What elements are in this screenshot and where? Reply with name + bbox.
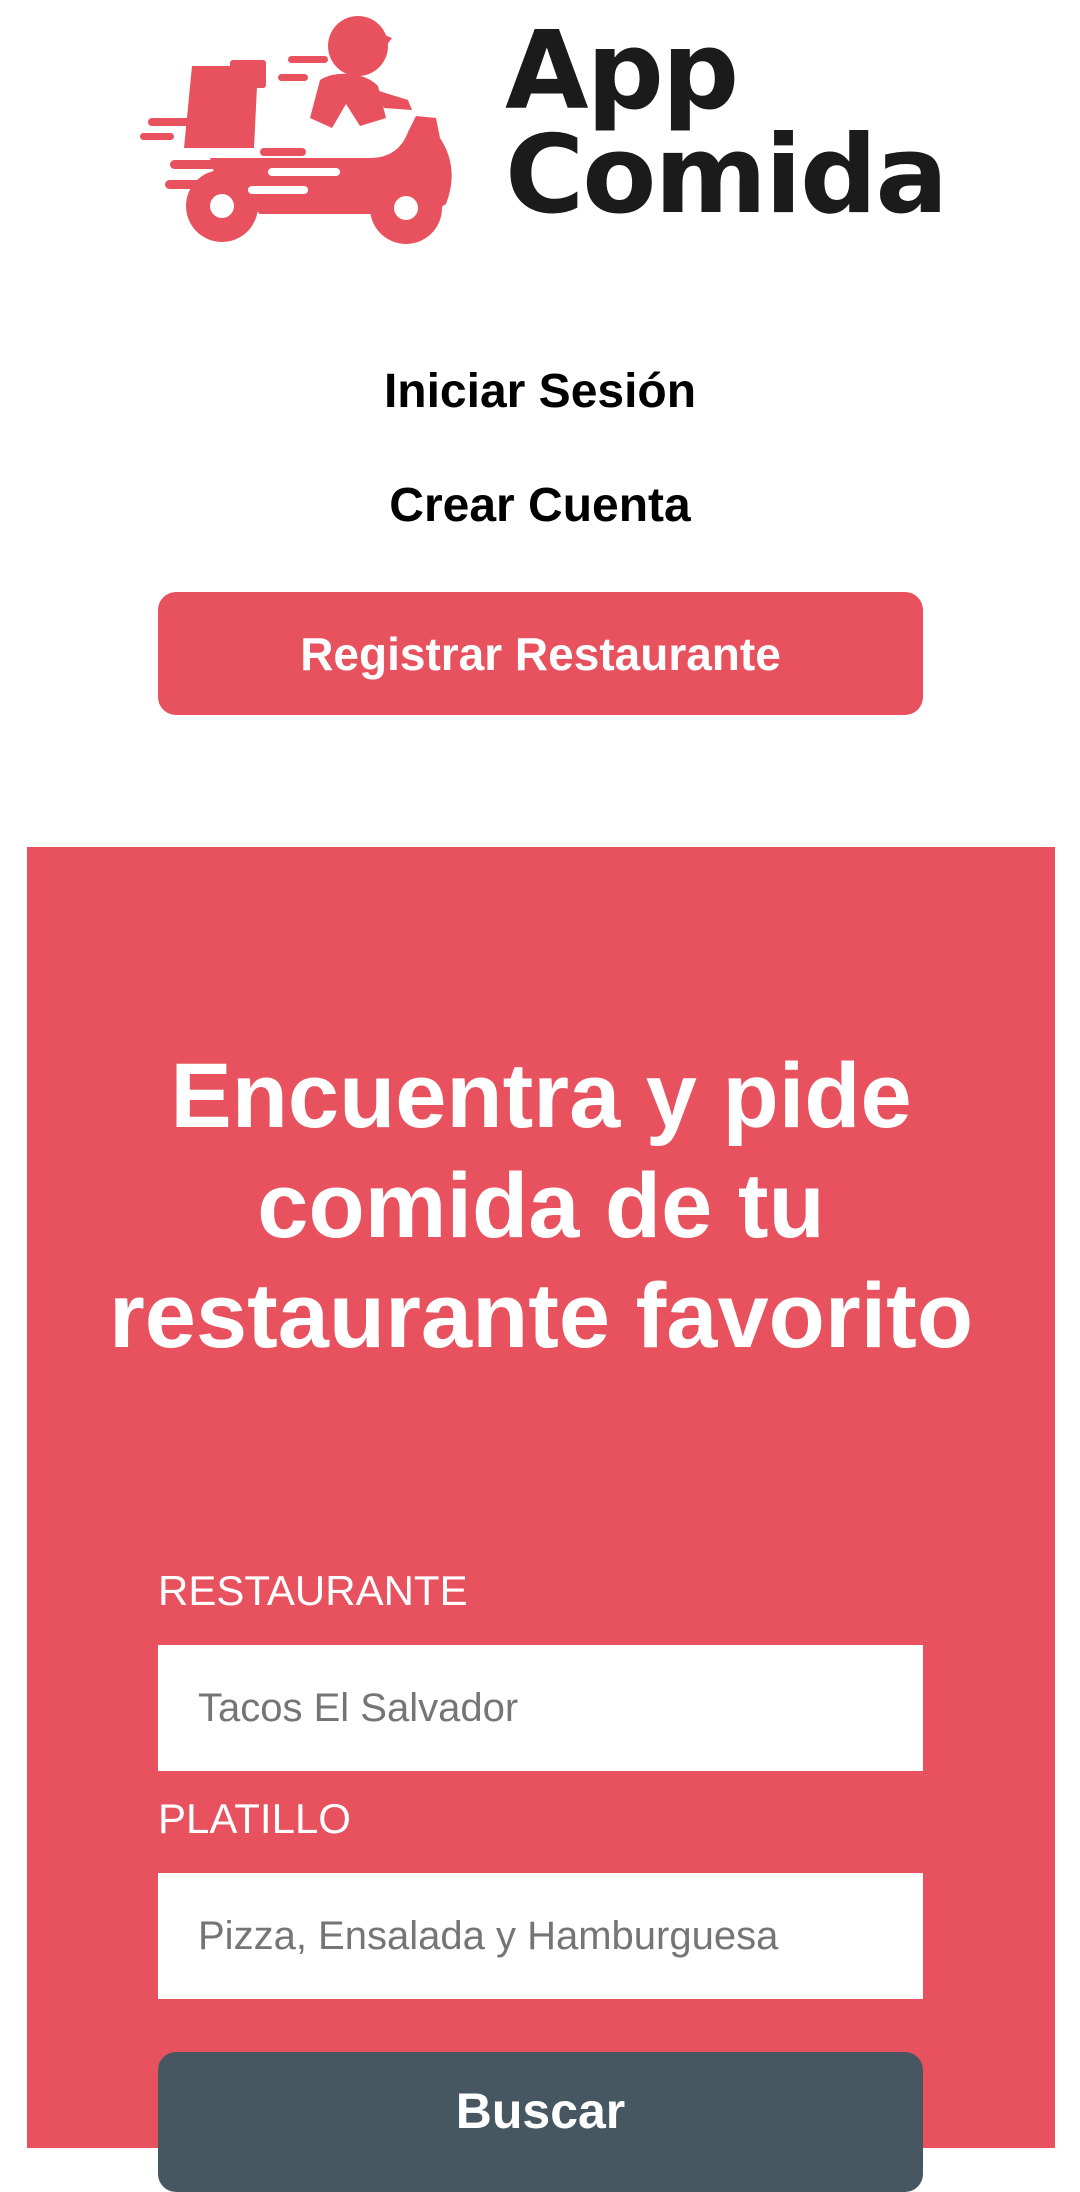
dish-field-label: PLATILLO: [158, 1795, 351, 1842]
search-button[interactable]: Buscar: [158, 2052, 923, 2192]
restaurant-field-label: RESTAURANTE: [158, 1567, 468, 1614]
site-header: App Comida: [0, 0, 1080, 270]
hero-title: Encuentra y pide comida de tu restaurant…: [108, 1044, 974, 1367]
dish-input[interactable]: [158, 1873, 923, 1999]
brand-wordmark: App Comida: [505, 9, 948, 238]
signup-link[interactable]: Crear Cuenta: [0, 478, 1080, 533]
login-link[interactable]: Iniciar Sesión: [0, 364, 1080, 419]
hero-section: Encuentra y pide comida de tu restaurant…: [27, 847, 1055, 2192]
restaurant-input[interactable]: [158, 1645, 923, 1771]
brand-name-line2: Comida: [505, 113, 948, 238]
brand-name-line1: App: [505, 9, 739, 134]
register-restaurant-button[interactable]: Registrar Restaurante: [158, 592, 923, 715]
delivery-scooter-icon: [140, 8, 470, 248]
